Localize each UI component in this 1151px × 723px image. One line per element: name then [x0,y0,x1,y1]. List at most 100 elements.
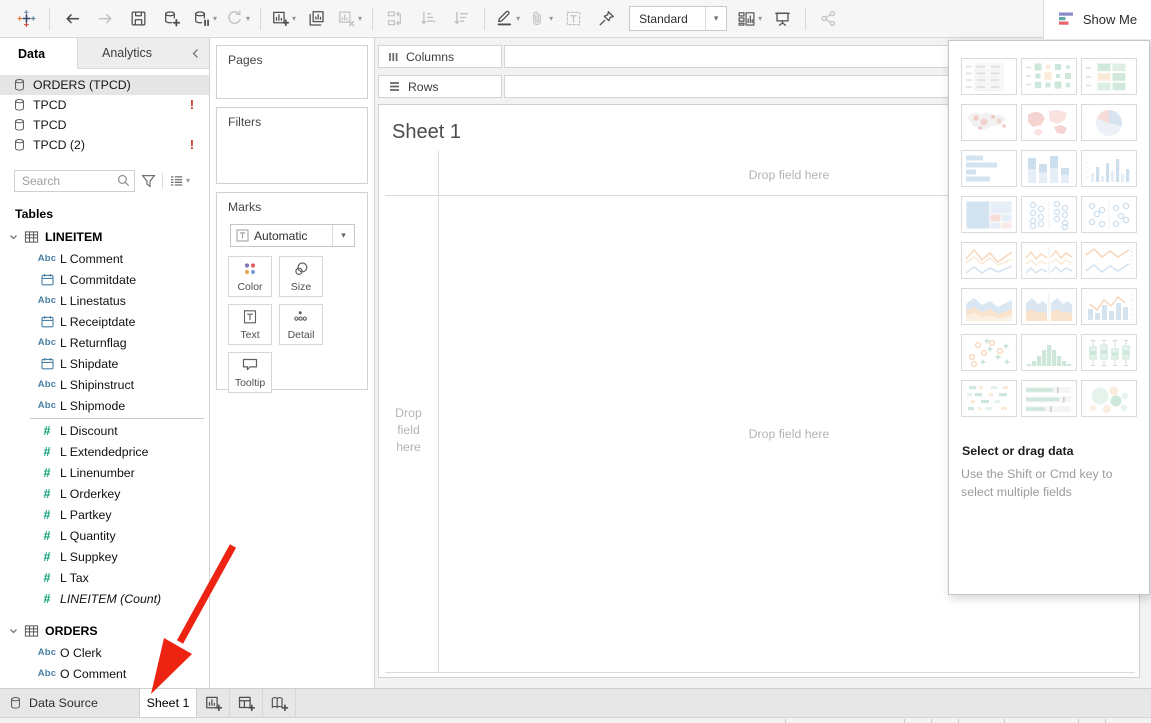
showme-circle-views-icon[interactable] [1021,196,1077,233]
detail-button[interactable]: Detail [279,304,323,345]
search-input-box[interactable] [14,170,135,192]
field-label: L Linenumber [60,466,135,480]
field-item[interactable]: AbcO Comment [0,663,209,684]
field-item[interactable]: #L Quantity [0,525,209,546]
field-item[interactable]: L Commitdate [0,269,209,290]
sort-ascending-icon[interactable] [414,6,443,32]
field-item[interactable]: AbcL Linestatus [0,290,209,311]
add-data-icon[interactable] [157,6,186,32]
show-hide-cards-icon[interactable]: ▾ [735,6,764,32]
showme-pie-chart-icon[interactable] [1081,104,1137,141]
field-item[interactable]: AbcL Returnflag [0,332,209,353]
showme-dual-lines-icon[interactable] [1081,242,1137,279]
search-input[interactable] [15,173,114,189]
field-item[interactable]: L Shipdate [0,353,209,374]
tooltip-icon [240,353,260,377]
field-item[interactable]: #LINEITEM (Count) [0,588,209,609]
refresh-icon[interactable]: ▾ [223,6,252,32]
showme-treemap-icon[interactable] [961,196,1017,233]
field-label: L Suppkey [60,550,118,564]
showme-area-discrete-icon[interactable] [1021,288,1077,325]
showme-area-continuous-icon[interactable] [961,288,1017,325]
redo-icon[interactable] [91,6,120,32]
table-group-header[interactable]: ORDERS [0,620,209,642]
showme-heatmap-icon[interactable] [1021,58,1077,95]
tab-data-source[interactable]: Data Source [0,689,139,717]
tab-sheet-1[interactable]: Sheet 1 [139,689,197,717]
chevron-down-icon[interactable] [9,233,18,241]
highlight-icon[interactable]: ▾ [493,6,522,32]
color-button[interactable]: Color [228,256,272,297]
filters-shelf[interactable]: Filters [216,107,368,184]
new-story-button[interactable] [263,689,296,717]
showme-scatter-plot-icon[interactable] [961,334,1017,371]
swap-axes-icon[interactable] [381,6,410,32]
new-worksheet-icon[interactable]: ▾ [269,6,298,32]
share-icon[interactable] [814,6,843,32]
text-button[interactable]: Text [228,304,272,345]
view-mode-select[interactable]: Standard▾ [629,6,727,31]
number-field-icon: # [44,424,51,438]
table-group-header[interactable]: LINEITEM [0,226,209,248]
new-worksheet-button[interactable] [197,689,230,717]
showme-symbol-map-icon[interactable] [961,104,1017,141]
mark-type-dropdown[interactable]: Automatic ▾ [230,224,355,247]
field-item[interactable]: AbcL Comment [0,248,209,269]
field-item[interactable]: #L Discount [0,420,209,441]
chevron-down-icon[interactable] [9,627,18,635]
field-item[interactable]: #L Suppkey [0,546,209,567]
showme-bullet-graph-icon[interactable] [1021,380,1077,417]
sort-descending-icon[interactable] [447,6,476,32]
duplicate-sheet-icon[interactable] [302,6,331,32]
paperclip-icon[interactable]: ▾ [526,6,555,32]
showme-dual-combination-icon[interactable] [1081,288,1137,325]
datasource-item[interactable]: TPCD (2)! [0,135,209,155]
datasource-item[interactable]: ORDERS (TPCD) [0,75,209,95]
field-item[interactable]: #L Linenumber [0,462,209,483]
clear-sheet-icon[interactable]: ▾ [335,6,364,32]
showme-side-by-side-bars-icon[interactable] [1081,150,1137,187]
view-options-icon[interactable]: ▾ [169,174,190,188]
show-me-button[interactable]: Show Me [1043,0,1151,39]
showme-gantt-icon[interactable] [961,380,1017,417]
showme-lines-discrete-icon[interactable] [1021,242,1077,279]
pin-icon[interactable] [592,6,621,32]
drop-zone-rows[interactable]: Drop field here [379,405,438,456]
rows-icon [388,80,401,93]
field-item[interactable]: #L Tax [0,567,209,588]
field-item[interactable]: AbcL Shipinstruct [0,374,209,395]
field-item[interactable]: AbcL Shipmode [0,395,209,416]
pages-shelf[interactable]: Pages [216,45,368,99]
showme-filled-map-icon[interactable] [1021,104,1077,141]
showme-text-table-icon[interactable] [961,58,1017,95]
tab-analytics[interactable]: Analytics [78,38,181,68]
showme-box-and-whisker-icon[interactable] [1081,334,1137,371]
showme-side-by-side-circles-icon[interactable] [1081,196,1137,233]
showme-packed-bubbles-icon[interactable] [1081,380,1137,417]
text-label-icon[interactable] [559,6,588,32]
showme-highlight-table-icon[interactable] [1081,58,1137,95]
presentation-mode-icon[interactable] [768,6,797,32]
field-item[interactable]: #L Extendedprice [0,441,209,462]
datasource-label: TPCD (2) [33,138,85,152]
showme-stacked-bars-icon[interactable] [1021,150,1077,187]
collapse-pane-icon[interactable] [181,38,209,68]
field-item[interactable]: #L Partkey [0,504,209,525]
field-item[interactable]: AbcO Clerk [0,642,209,663]
field-item[interactable]: #L Orderkey [0,483,209,504]
filter-fields-icon[interactable] [141,174,156,188]
datasource-item[interactable]: TPCD [0,115,209,135]
size-button[interactable]: Size [279,256,323,297]
pause-updates-icon[interactable]: ▾ [190,6,219,32]
save-icon[interactable] [124,6,153,32]
datasource-item[interactable]: TPCD! [0,95,209,115]
showme-histogram-icon[interactable] [1021,334,1077,371]
tooltip-button[interactable]: Tooltip [228,352,272,393]
showme-horizontal-bars-icon[interactable] [961,150,1017,187]
new-dashboard-button[interactable] [230,689,263,717]
tab-data[interactable]: Data [0,38,78,69]
mark-button-label: Size [291,281,311,293]
field-item[interactable]: L Receiptdate [0,311,209,332]
undo-icon[interactable] [58,6,87,32]
showme-lines-continuous-icon[interactable] [961,242,1017,279]
